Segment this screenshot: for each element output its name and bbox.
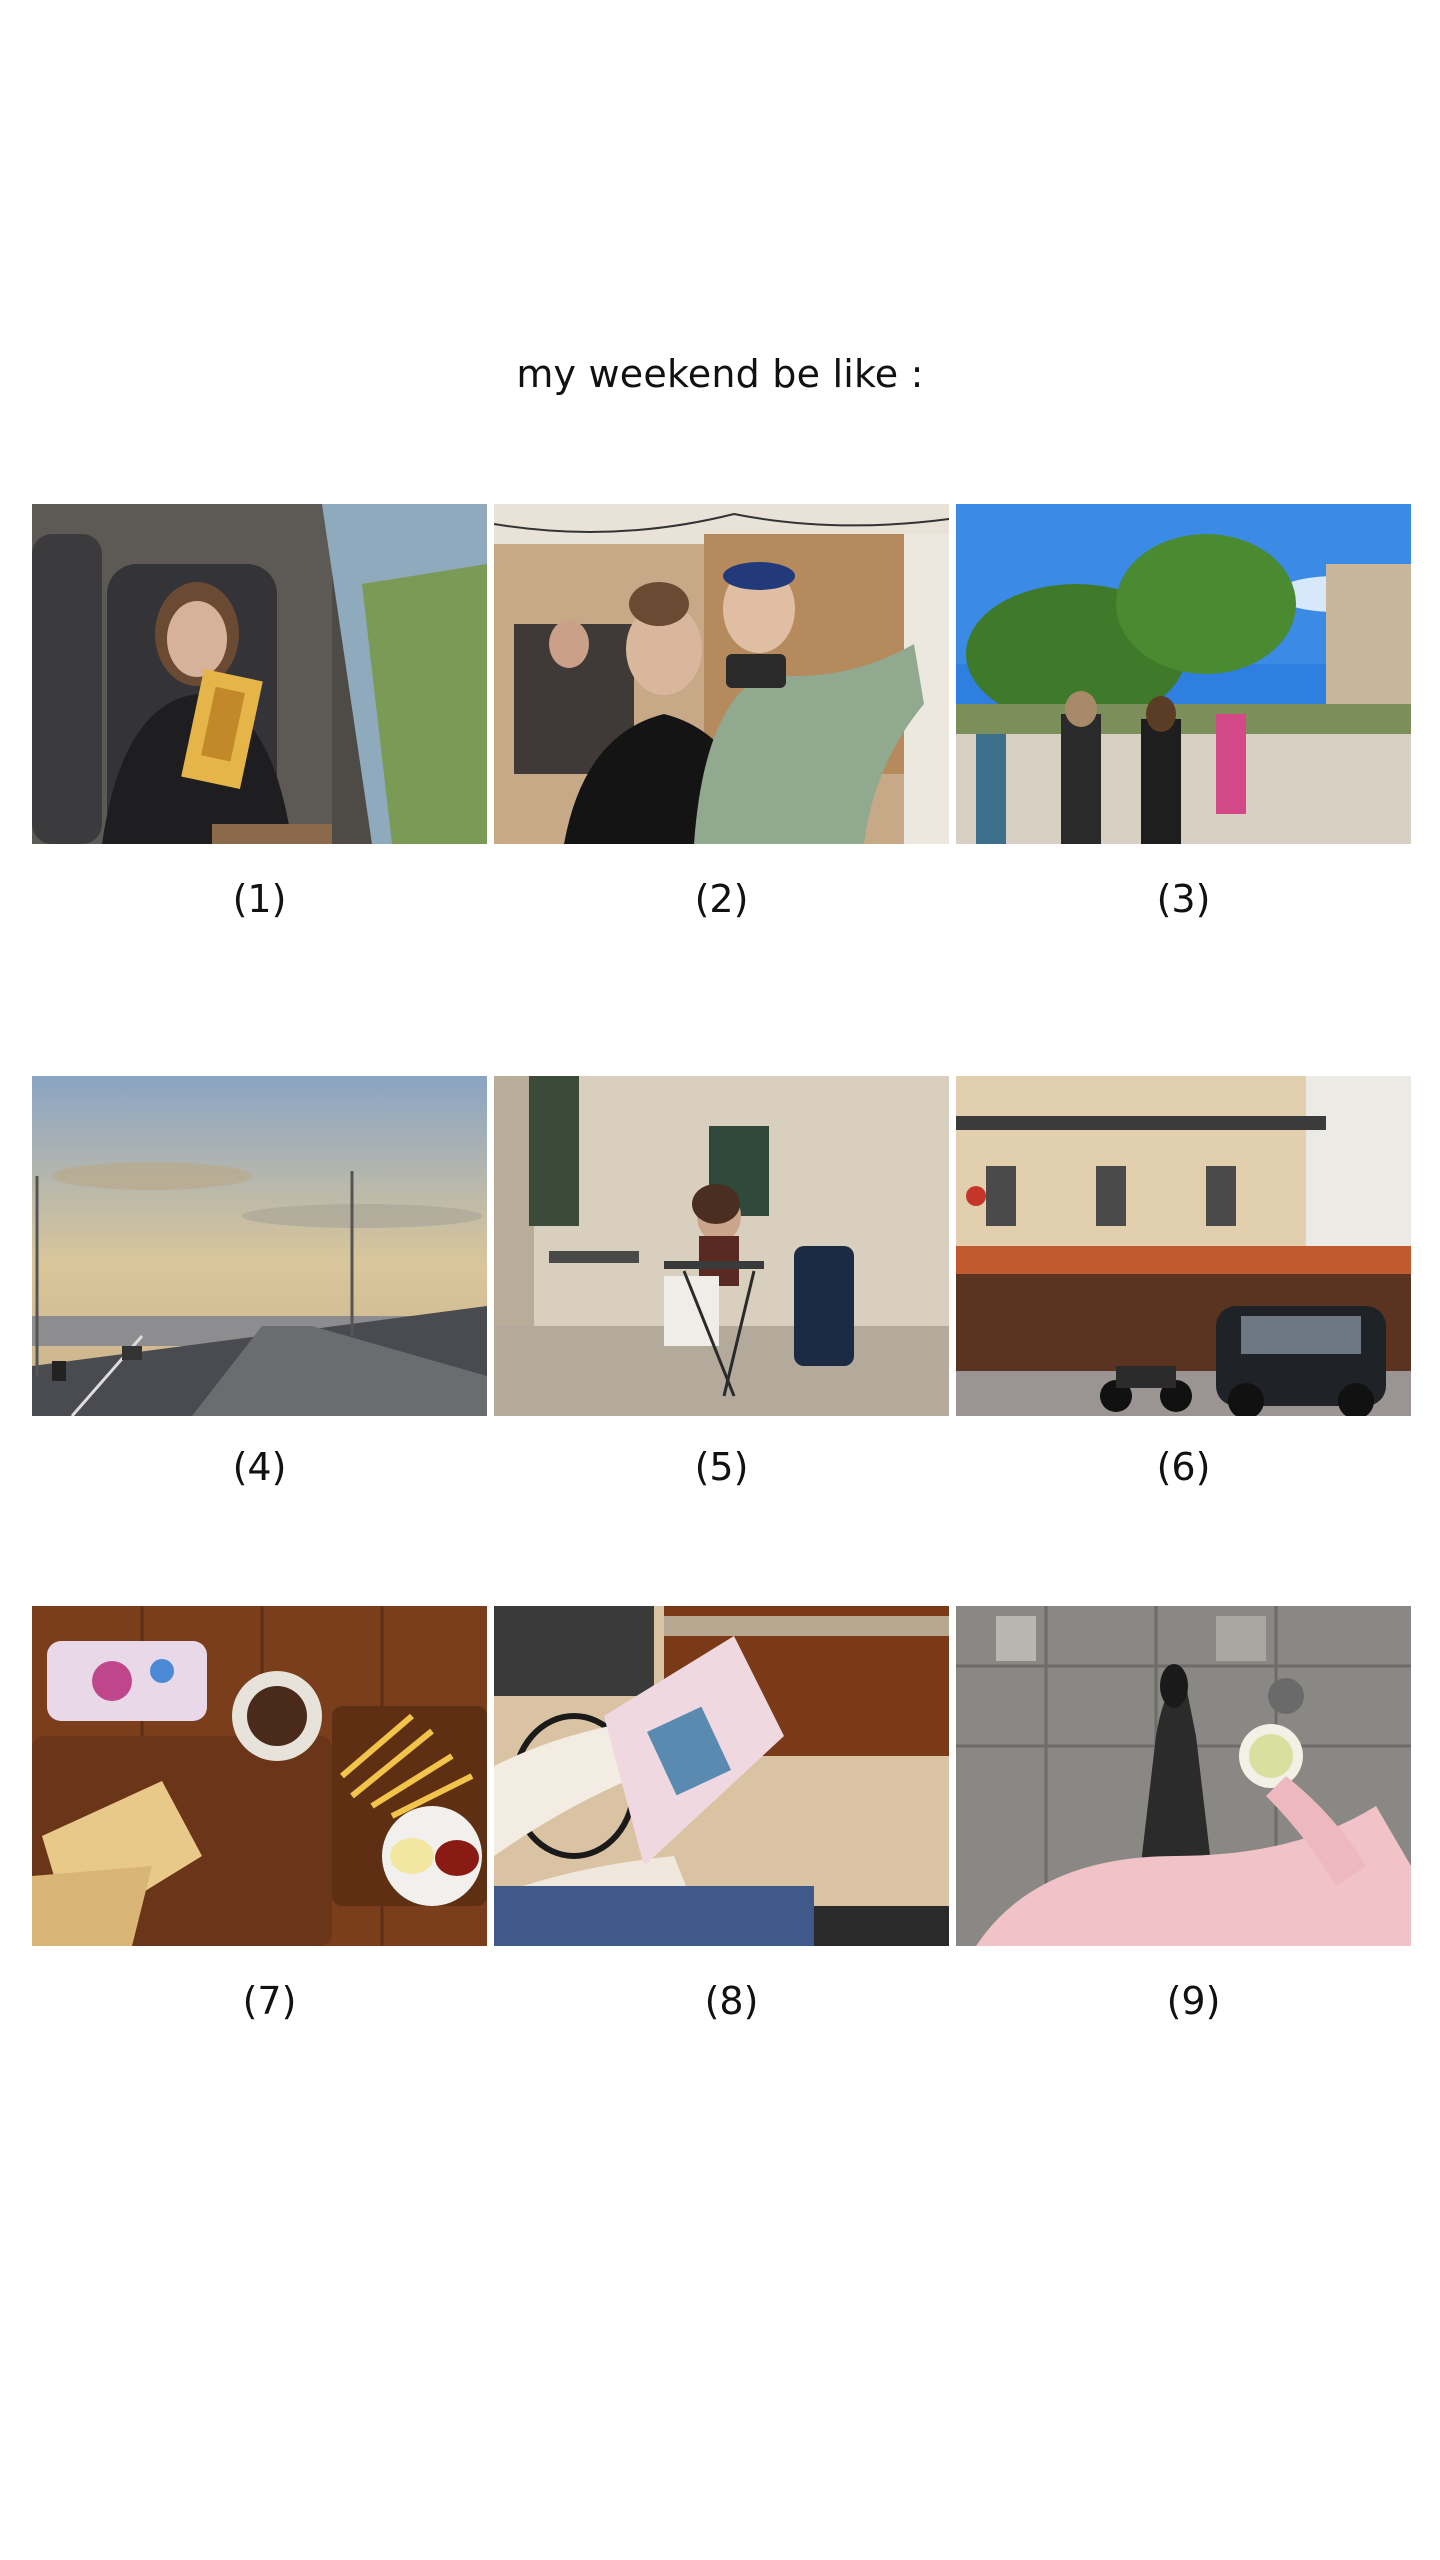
photo-7-sandwich-fries xyxy=(32,1606,487,1946)
page-title: my weekend be like : xyxy=(516,352,924,396)
photo-5-outdoor-table xyxy=(494,1076,949,1416)
photo-4-highway-sunset xyxy=(32,1076,487,1416)
caption-3: (3) xyxy=(1156,877,1211,921)
caption-5: (5) xyxy=(694,1445,749,1489)
caption-8: (8) xyxy=(704,1979,759,2023)
caption-4: (4) xyxy=(232,1445,287,1489)
caption-6: (6) xyxy=(1156,1445,1211,1489)
photo-3-street-walk xyxy=(956,504,1411,844)
caption-7: (7) xyxy=(242,1979,297,2023)
photo-6-paris-cafe xyxy=(956,1076,1411,1416)
caption-2: (2) xyxy=(694,877,749,921)
photo-9-coffee-pink-sweater xyxy=(956,1606,1411,1946)
photo-2-mirror-selfie xyxy=(494,504,949,844)
photo-1-train-reading xyxy=(32,504,487,844)
caption-9: (9) xyxy=(1166,1979,1221,2023)
photo-8-magazine xyxy=(494,1606,949,1946)
caption-1: (1) xyxy=(232,877,287,921)
